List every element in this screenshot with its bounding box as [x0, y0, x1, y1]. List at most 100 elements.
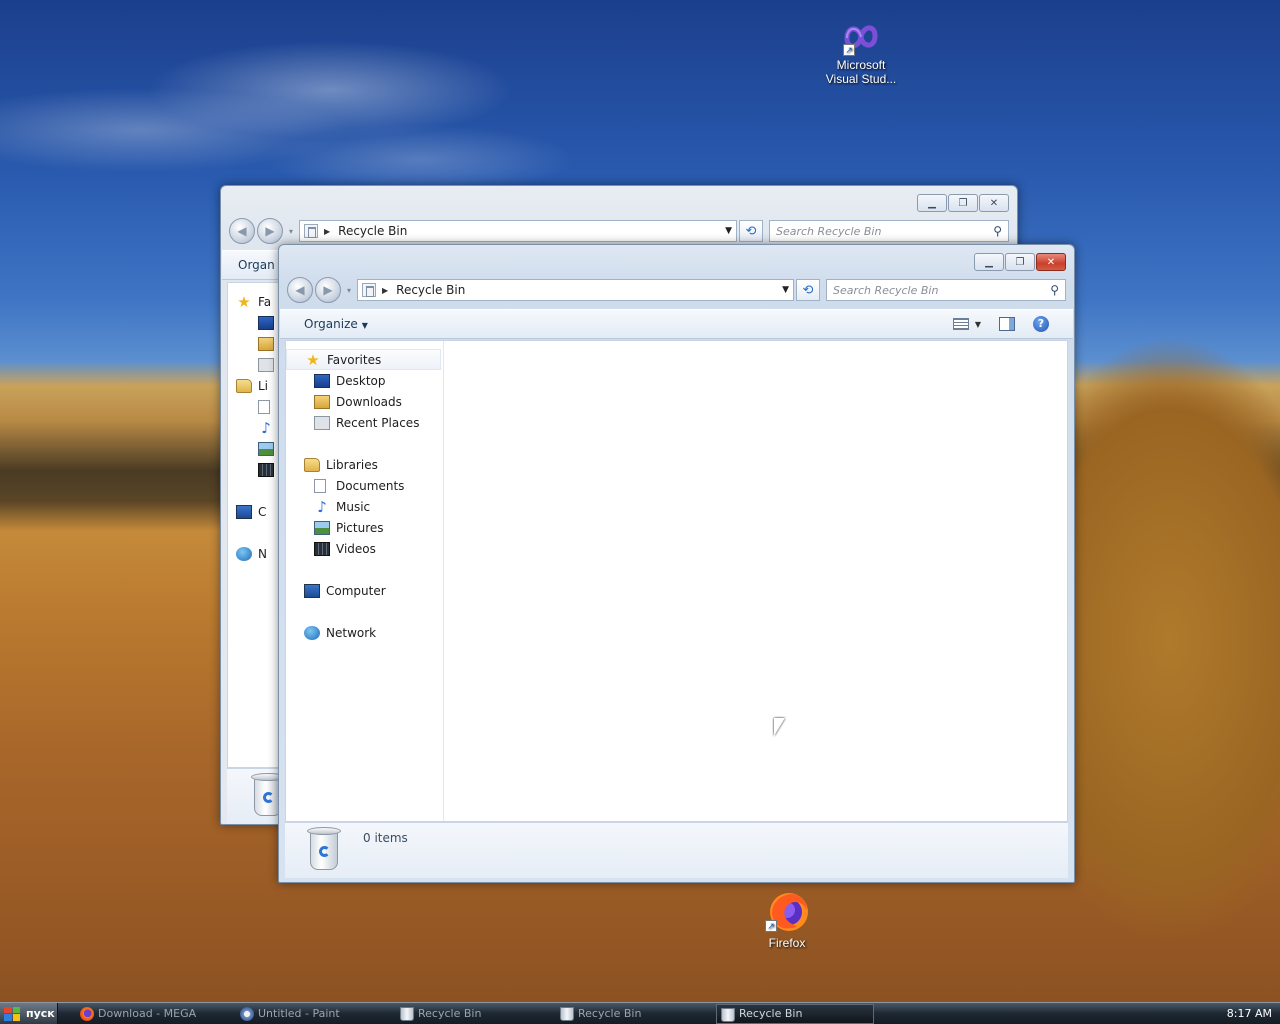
forward-button[interactable]: ▶	[315, 277, 341, 303]
visual-studio-icon: ↗	[841, 20, 881, 56]
computer-icon	[304, 583, 320, 598]
maximize-button[interactable]: ❐	[1005, 253, 1035, 271]
downloads-folder-icon	[314, 394, 330, 409]
recycle-bin-icon	[400, 1006, 414, 1021]
libraries-icon	[304, 457, 320, 472]
taskbar-label: Download - MEGA	[98, 1007, 197, 1020]
change-view-icon[interactable]	[952, 318, 969, 330]
recent-pages-dropdown[interactable]: ▾	[343, 286, 355, 295]
forward-button[interactable]: ▶	[257, 218, 283, 244]
item-count: 0 items	[363, 831, 408, 845]
recycle-bin-icon	[560, 1006, 574, 1021]
nav-libraries[interactable]: Libraries	[286, 454, 443, 475]
preview-pane-icon[interactable]	[999, 317, 1015, 331]
taskbar-label: Recycle Bin	[739, 1007, 803, 1020]
organize-label: Organize	[304, 317, 358, 331]
taskbar-button-paint[interactable]: Untitled - Paint	[236, 1004, 394, 1024]
file-list-area[interactable]	[445, 341, 1067, 821]
start-button[interactable]: пуск	[0, 1002, 58, 1024]
taskbar-label: Recycle Bin	[578, 1007, 642, 1020]
pictures-icon	[314, 520, 330, 535]
maximize-button[interactable]: ❐	[948, 194, 978, 212]
nav-label: Downloads	[336, 394, 402, 409]
minimize-button[interactable]: ▁	[974, 253, 1004, 271]
taskbar-label: Recycle Bin	[418, 1007, 482, 1020]
search-placeholder: Search Recycle Bin	[833, 283, 939, 297]
nav-label: Computer	[326, 583, 386, 598]
recent-pages-dropdown[interactable]: ▾	[285, 227, 297, 236]
taskbar-label: Untitled - Paint	[258, 1007, 340, 1020]
music-note-icon: ♪	[261, 418, 271, 437]
nav-label: Documents	[336, 478, 405, 493]
search-placeholder: Search Recycle Bin	[776, 224, 882, 238]
back-button[interactable]: ◀	[287, 277, 313, 303]
nav-documents[interactable]: Documents	[286, 475, 443, 496]
nav-computer[interactable]: Computer	[286, 580, 443, 601]
nav-label: Libraries	[326, 457, 378, 472]
nav-label: Pictures	[336, 520, 384, 535]
music-note-icon: ♪	[317, 497, 327, 516]
desktop-icon-firefox[interactable]: ↗ Firefox	[742, 888, 832, 950]
nav-label: Network	[326, 625, 377, 640]
refresh-button[interactable]: ⟲	[796, 279, 820, 301]
organize-button[interactable]: Organ	[238, 258, 275, 272]
videos-icon	[314, 541, 330, 556]
address-dropdown-icon[interactable]: ▼	[725, 226, 732, 236]
network-icon	[236, 546, 252, 561]
address-bar[interactable]: ▶ Recycle Bin ▼	[299, 220, 737, 242]
nav-desktop[interactable]: Desktop	[286, 370, 443, 391]
taskbar-button-recycle-bin[interactable]: Recycle Bin	[556, 1004, 714, 1024]
nav-pictures[interactable]: Pictures	[286, 517, 443, 538]
search-input[interactable]: Search Recycle Bin ⚲	[769, 220, 1009, 242]
documents-icon	[258, 399, 270, 414]
taskbar-button-firefox[interactable]: Download - MEGA	[76, 1004, 234, 1024]
breadcrumb-arrow-icon[interactable]: ▶	[324, 227, 330, 236]
nav-downloads[interactable]: Downloads	[286, 391, 443, 412]
recent-places-icon	[258, 357, 274, 372]
recycle-bin-icon	[721, 1007, 735, 1022]
firefox-icon: ↗	[763, 888, 811, 934]
search-icon[interactable]: ⚲	[993, 224, 1002, 238]
address-text: Recycle Bin	[396, 283, 466, 297]
address-bar[interactable]: ▶ Recycle Bin ▼	[357, 279, 794, 301]
desktop-icon	[314, 373, 330, 388]
pictures-icon	[258, 441, 274, 456]
desktop-icon-visual-studio[interactable]: ↗ Microsoft Visual Stud...	[816, 20, 906, 86]
nav-favorites[interactable]: ★ Favorites	[286, 349, 441, 370]
help-icon[interactable]: ?	[1033, 316, 1049, 332]
back-button[interactable]: ◀	[229, 218, 255, 244]
star-icon: ★	[306, 350, 320, 369]
address-dropdown-icon[interactable]: ▼	[782, 285, 789, 295]
system-clock[interactable]: 8:17 AM	[1227, 1007, 1280, 1020]
nav-recent-places[interactable]: Recent Places	[286, 412, 443, 433]
navigation-bar: ◀ ▶ ▾ ▶ Recycle Bin ▼ ⟲ Search Recycle B…	[229, 218, 1009, 244]
refresh-button[interactable]: ⟲	[739, 220, 763, 242]
libraries-icon	[236, 378, 252, 393]
videos-icon	[258, 462, 274, 477]
search-input[interactable]: Search Recycle Bin ⚲	[826, 279, 1066, 301]
minimize-button[interactable]: ▁	[917, 194, 947, 212]
nav-label: Recent Places	[336, 415, 420, 430]
search-icon[interactable]: ⚲	[1050, 283, 1059, 297]
navigation-bar: ◀ ▶ ▾ ▶ Recycle Bin ▼ ⟲ Search Recycle B…	[287, 277, 1066, 303]
chevron-down-icon: ▼	[361, 321, 368, 330]
taskbar-button-recycle-bin-active[interactable]: Recycle Bin	[716, 1003, 874, 1024]
caption-buttons: ▁ ❐ ✕	[917, 194, 1009, 212]
nav-music[interactable]: ♪ Music	[286, 496, 443, 517]
nav-label: Favorites	[327, 352, 382, 367]
close-button[interactable]: ✕	[1036, 253, 1066, 271]
nav-network[interactable]: Network	[286, 622, 443, 643]
view-options-dropdown[interactable]: ▼	[975, 320, 981, 329]
firefox-icon	[80, 1006, 94, 1021]
nav-videos[interactable]: Videos	[286, 538, 443, 559]
desktop-icon-label: Microsoft	[836, 58, 886, 72]
taskbar-button-recycle-bin[interactable]: Recycle Bin	[396, 1004, 554, 1024]
close-button[interactable]: ✕	[979, 194, 1009, 212]
star-icon: ★	[237, 292, 251, 311]
mouse-cursor-icon	[774, 718, 785, 736]
downloads-folder-icon	[258, 336, 274, 351]
organize-button[interactable]: Organize ▼	[304, 317, 368, 331]
paint-icon	[240, 1006, 254, 1021]
explorer-window-recycle-bin[interactable]: ▁ ❐ ✕ ◀ ▶ ▾ ▶ Recycle Bin ▼ ⟲ Search Rec…	[278, 244, 1075, 883]
breadcrumb-arrow-icon[interactable]: ▶	[382, 286, 388, 295]
